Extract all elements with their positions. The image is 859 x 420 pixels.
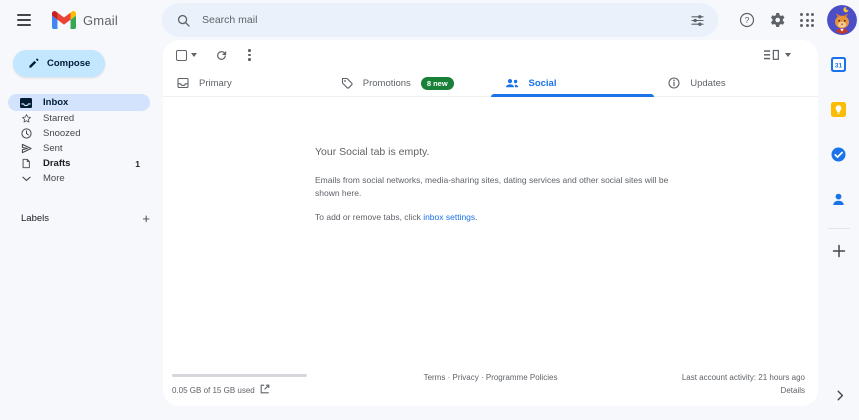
refresh-icon[interactable] <box>215 49 228 62</box>
hide-side-panel-chevron[interactable] <box>835 387 846 406</box>
primary-inbox-icon <box>177 77 189 89</box>
more-options-icon[interactable] <box>246 47 253 63</box>
draft-icon <box>20 158 32 169</box>
search-input[interactable] <box>196 14 684 26</box>
inbox-tabs: Primary Promotions 8 new Social Updates <box>163 70 818 97</box>
sidebar-item-label: Sent <box>43 143 63 154</box>
search-icon[interactable] <box>170 7 196 33</box>
top-bar-actions: ? <box>737 0 857 40</box>
tab-label: Social <box>528 77 557 89</box>
settings-prefix: To add or remove tabs, click <box>315 212 424 222</box>
plus-icon <box>832 244 845 258</box>
drafts-count: 1 <box>135 158 140 169</box>
calendar-icon[interactable]: 31 <box>827 52 851 76</box>
link-separator: · <box>480 373 484 382</box>
programme-policies-link[interactable]: Programme Policies <box>486 373 558 382</box>
get-addons-button[interactable] <box>827 239 851 263</box>
people-icon <box>505 79 518 88</box>
reading-pane-toggle[interactable] <box>764 49 791 61</box>
settings-suffix: . <box>475 212 478 222</box>
tab-label: Primary <box>199 77 232 89</box>
send-icon <box>20 143 32 154</box>
svg-text:?: ? <box>745 15 750 25</box>
labels-section: Labels + <box>21 212 150 225</box>
apps-grid-icon[interactable] <box>797 10 817 30</box>
gmail-logo: Gmail <box>52 0 118 40</box>
sidebar-item-label: More <box>43 173 65 184</box>
tab-primary[interactable]: Primary <box>163 70 327 96</box>
sidebar-item-drafts[interactable]: Drafts 1 <box>8 156 150 171</box>
chevron-down-icon <box>20 176 32 182</box>
clock-icon <box>20 128 32 139</box>
sidebar-item-label: Starred <box>43 113 75 124</box>
activity-details-link[interactable]: Details <box>781 386 805 395</box>
new-count-badge: 8 new <box>420 76 454 90</box>
settings-icon[interactable] <box>767 10 787 30</box>
left-sidebar: Compose Inbox Starred Snoozed Sent Draft… <box>0 40 163 420</box>
empty-state: Your Social tab is empty. Emails from so… <box>315 146 695 222</box>
gmail-m-icon <box>52 11 76 29</box>
compose-button[interactable]: Compose <box>13 50 106 77</box>
link-separator: · <box>447 373 451 382</box>
pane-dropdown-caret <box>785 53 791 57</box>
last-activity-text: Last account activity: 21 hours ago <box>681 373 805 382</box>
side-panel: 31 <box>818 40 859 420</box>
info-icon <box>668 77 680 89</box>
list-toolbar <box>163 40 818 70</box>
sidebar-item-sent[interactable]: Sent <box>8 141 150 156</box>
sidebar-item-snoozed[interactable]: Snoozed <box>8 126 150 141</box>
tab-label: Updates <box>690 77 726 89</box>
select-dropdown-caret[interactable] <box>191 53 197 57</box>
user-avatar[interactable] <box>827 5 857 35</box>
compose-label: Compose <box>47 58 91 69</box>
product-name: Gmail <box>83 12 118 28</box>
mail-list-card: Primary Promotions 8 new Social Updates … <box>163 40 818 406</box>
search-options-icon[interactable] <box>684 7 710 33</box>
select-control <box>176 49 197 61</box>
privacy-link[interactable]: Privacy <box>452 373 478 382</box>
main-menu-icon[interactable] <box>11 7 37 33</box>
star-icon <box>20 113 32 124</box>
account-activity: Last account activity: 21 hours ago Deta… <box>682 371 805 397</box>
gmail-app: Gmail ? <box>0 0 859 420</box>
select-all-checkbox[interactable] <box>176 49 187 61</box>
sidebar-item-label: Snoozed <box>43 128 81 139</box>
top-bar: Gmail ? <box>0 0 859 40</box>
inbox-settings-link[interactable]: inbox settings <box>423 212 475 222</box>
tab-label: Promotions <box>362 77 411 89</box>
labels-header: Labels <box>21 213 49 224</box>
manage-storage-link[interactable] <box>260 384 270 396</box>
tab-social[interactable]: Social <box>490 70 655 97</box>
create-label-button[interactable]: + <box>142 212 150 225</box>
pencil-icon <box>29 58 39 68</box>
help-icon[interactable]: ? <box>737 10 757 30</box>
storage-text: 0.05 GB of 15 GB used <box>172 385 255 395</box>
empty-state-title: Your Social tab is empty. <box>315 146 430 158</box>
keep-icon[interactable] <box>827 97 851 121</box>
panel-divider <box>827 228 850 229</box>
terms-link[interactable]: Terms <box>424 373 446 382</box>
tab-promotions[interactable]: Promotions 8 new <box>327 70 491 96</box>
mailbox-nav: Inbox Starred Snoozed Sent Drafts 1 More <box>0 94 163 186</box>
svg-text:31: 31 <box>835 62 843 69</box>
open-in-new-icon <box>260 384 270 394</box>
tasks-icon[interactable] <box>827 142 851 166</box>
inbox-icon <box>20 97 32 109</box>
search-bar <box>162 3 718 37</box>
chevron-right-icon <box>837 390 844 401</box>
sidebar-item-starred[interactable]: Starred <box>8 111 150 126</box>
contacts-icon[interactable] <box>827 187 851 211</box>
split-pane-icon <box>764 49 779 60</box>
empty-state-description: Emails from social networks, media-shari… <box>315 175 669 198</box>
tag-icon <box>341 77 353 89</box>
sidebar-item-more[interactable]: More <box>8 171 150 186</box>
sidebar-item-label: Inbox <box>43 97 69 108</box>
sidebar-item-label: Drafts <box>43 158 71 169</box>
sidebar-item-inbox[interactable]: Inbox <box>8 94 150 111</box>
tab-updates[interactable]: Updates <box>654 70 818 96</box>
empty-state-settings-line: To add or remove tabs, click inbox setti… <box>315 212 695 222</box>
